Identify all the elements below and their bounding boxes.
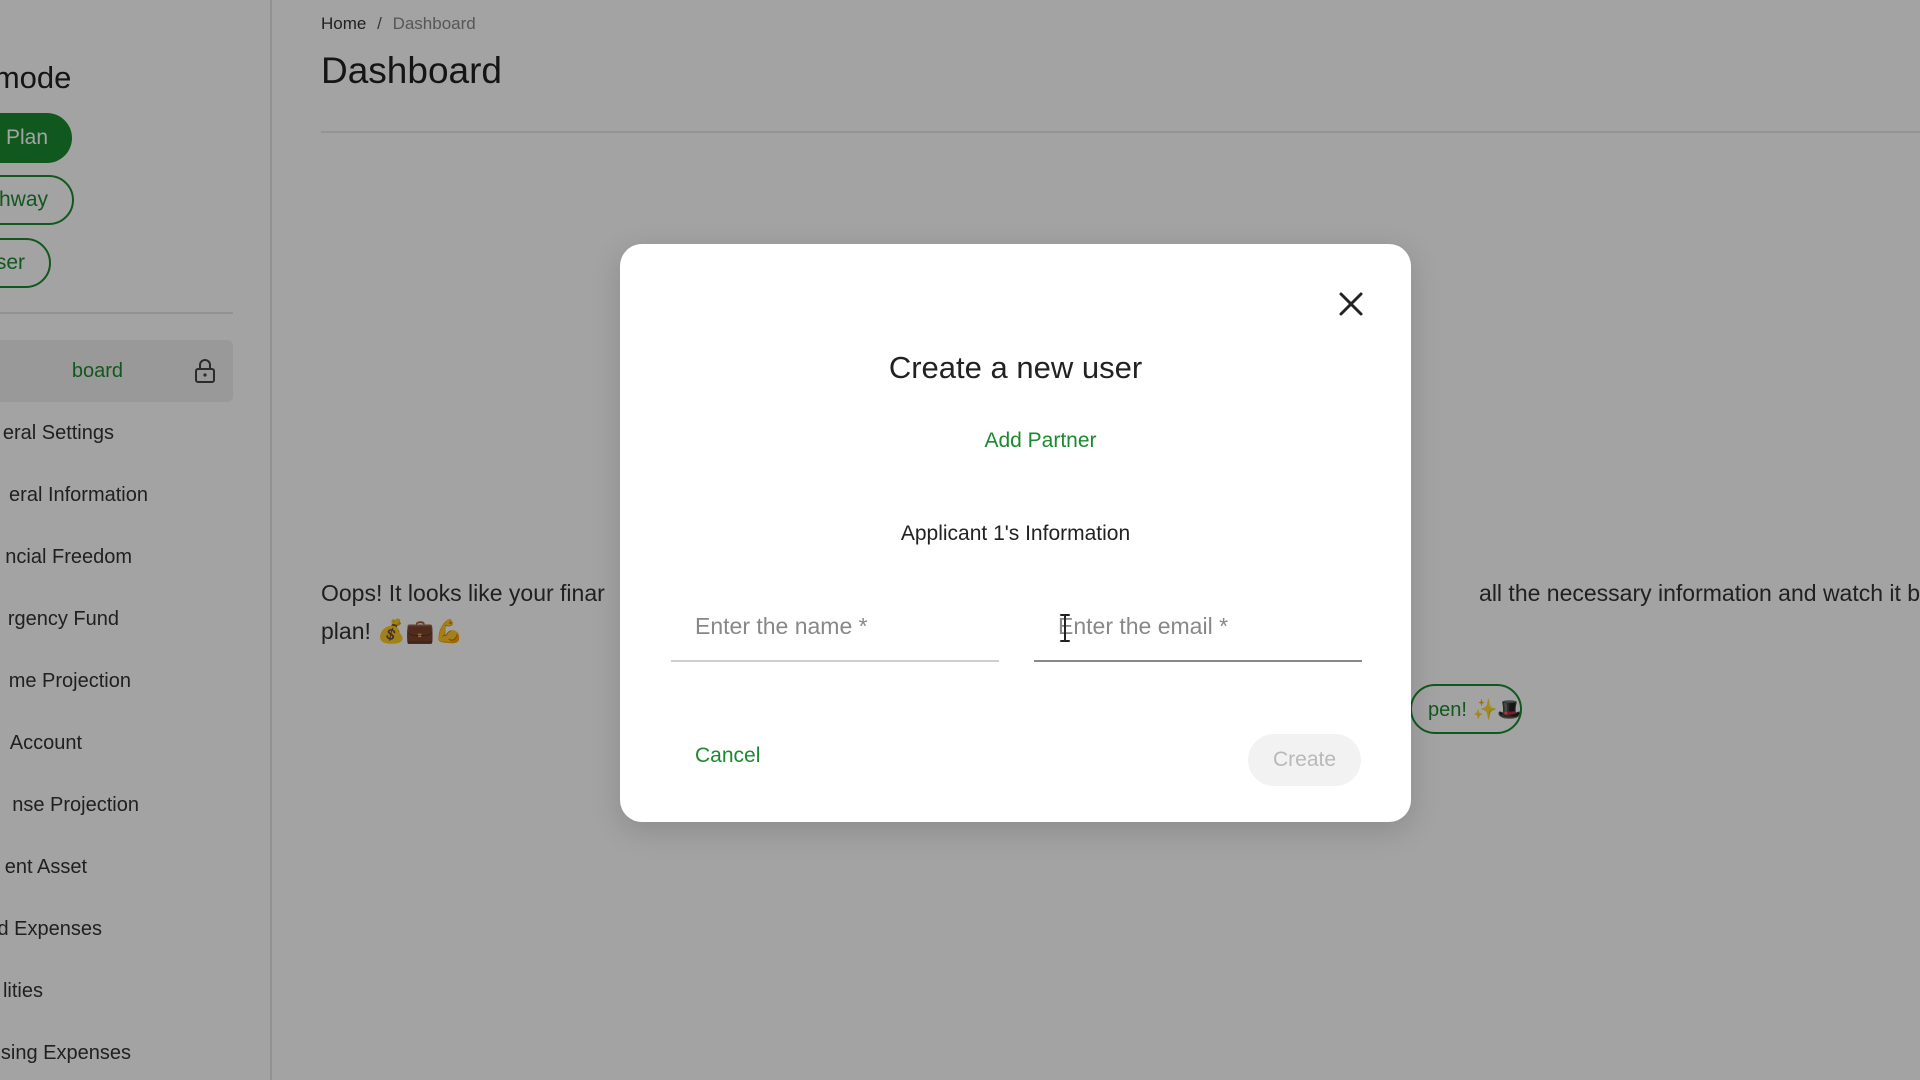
add-partner-link[interactable]: Add Partner xyxy=(984,429,1096,452)
close-button[interactable] xyxy=(1331,284,1371,324)
add-partner-wrapper: Add Partner xyxy=(620,429,1411,453)
email-input[interactable] xyxy=(1034,592,1362,660)
app-root: n mode Plan hway ser board eral Settings… xyxy=(0,0,1920,1080)
modal-title: Create a new user xyxy=(888,350,1143,385)
applicant-section-label: Applicant 1's Information xyxy=(900,522,1131,545)
cancel-button[interactable]: Cancel xyxy=(695,744,760,768)
close-icon xyxy=(1339,292,1363,316)
name-input[interactable] xyxy=(671,592,999,660)
create-button[interactable]: Create xyxy=(1248,734,1361,786)
name-field xyxy=(671,592,999,662)
text-cursor-icon xyxy=(1060,614,1070,642)
email-field xyxy=(1034,592,1362,662)
create-user-modal: Create a new user Add Partner Applicant … xyxy=(620,244,1411,822)
